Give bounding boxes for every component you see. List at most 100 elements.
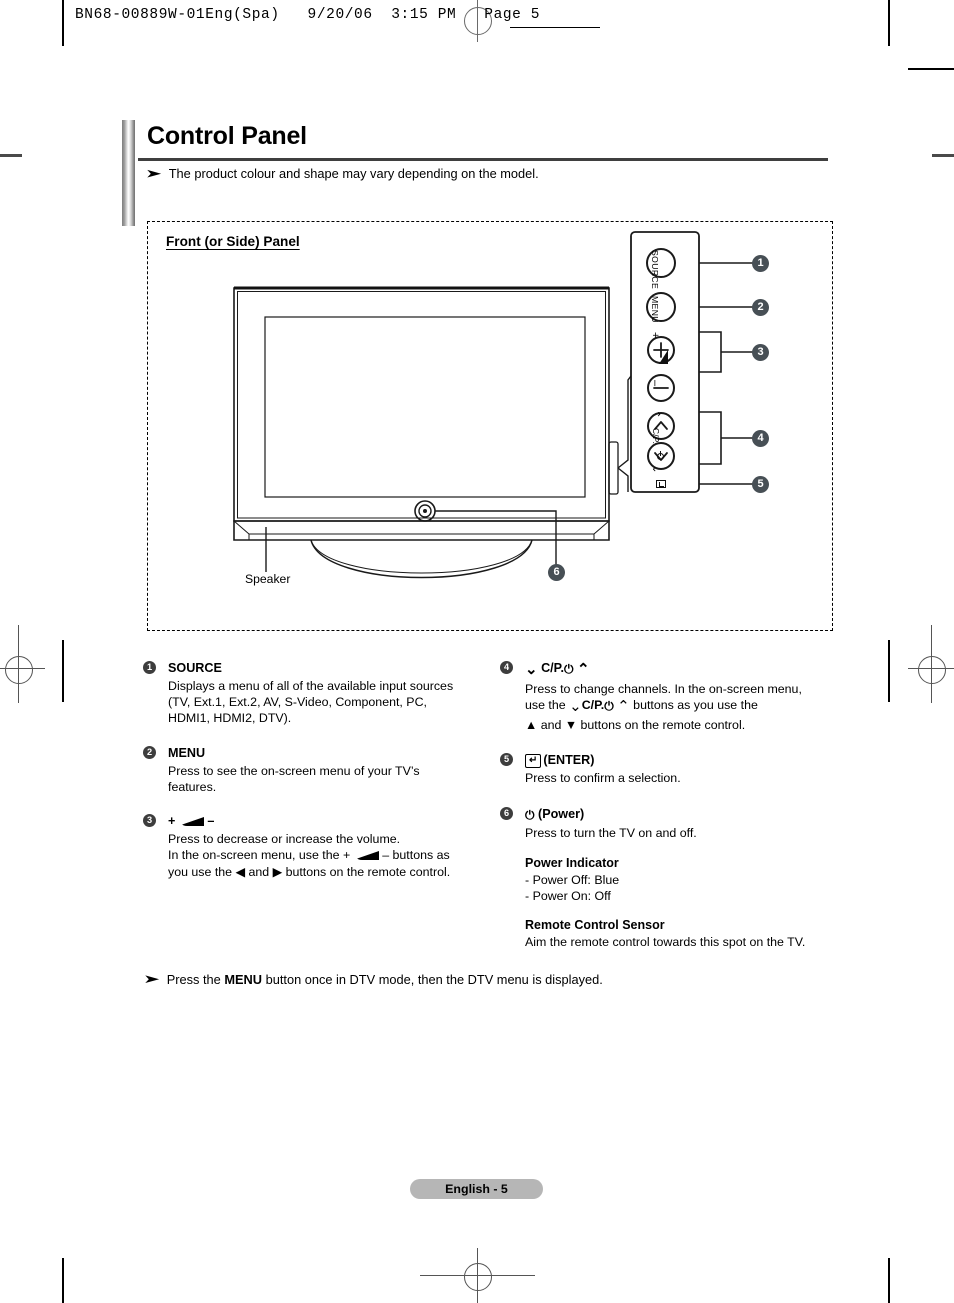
intro-note-text: The product colour and shape may vary de… bbox=[168, 166, 539, 181]
footer-note-bold: MENU bbox=[224, 972, 263, 987]
footer-note: ➤ Press the MENU button once in DTV mode… bbox=[143, 972, 603, 989]
crop-mark-top-right-horizontal bbox=[908, 68, 954, 70]
title-accent-bar bbox=[122, 120, 135, 226]
button-label-channel-up: ⌃ bbox=[650, 410, 661, 419]
enter-key-icon: ↵ bbox=[525, 754, 542, 769]
header-underline bbox=[510, 27, 600, 28]
description-item-source: 1 SOURCE Displays a menu of all of the a… bbox=[143, 660, 483, 727]
description-column-left: 1 SOURCE Displays a menu of all of the a… bbox=[143, 660, 483, 894]
trim-tick-left bbox=[0, 154, 22, 157]
callout-badge-6: 6 bbox=[548, 564, 565, 581]
volume-minus-symbol: – bbox=[207, 814, 215, 829]
power-indicator-heading: Power Indicator bbox=[525, 855, 619, 870]
description-line: ▲ and ▼ buttons on the remote control. bbox=[525, 718, 746, 733]
registration-mark-left bbox=[5, 656, 33, 684]
power-symbol-icon: ⏻ bbox=[563, 662, 574, 676]
crop-mark-top-right-vertical bbox=[888, 0, 890, 46]
crop-mark-bottom-left-vertical bbox=[62, 1258, 64, 1303]
registration-left-vline bbox=[18, 625, 19, 703]
callout-number-2: 2 bbox=[143, 745, 156, 759]
description-line: features. bbox=[168, 779, 217, 794]
callout-number-3: 3 bbox=[143, 814, 156, 828]
description-column-right: 4 ⌄ C/P.⏻ ⌃ Press to change channels. In… bbox=[500, 660, 840, 950]
callout-badge-5: 5 bbox=[752, 476, 769, 493]
title-divider bbox=[138, 158, 828, 161]
enter-label: (ENTER) bbox=[543, 753, 595, 768]
description-line-with-icon: In the on-screen menu, use the + – button… bbox=[168, 847, 483, 863]
power-indicator-block: Power Indicator - Power Off: Blue - Powe… bbox=[525, 855, 840, 904]
callout-number-6: 6 bbox=[500, 806, 513, 820]
volume-wedge-icon bbox=[353, 851, 380, 861]
description-item-enter: 5 ↵ (ENTER) Press to confirm a selection. bbox=[500, 752, 840, 786]
description-item-volume: 3 + – Press to decrease or increase the v… bbox=[143, 813, 483, 880]
tv-illustration bbox=[148, 222, 834, 632]
description-heading-volume: + – bbox=[168, 813, 483, 830]
footer-note-text: Press the MENU button once in DTV mode, … bbox=[167, 972, 603, 989]
callout-number-4: 4 bbox=[500, 661, 513, 674]
remote-sensor-heading: Remote Control Sensor bbox=[525, 918, 665, 933]
description-line: Press to confirm a selection. bbox=[525, 771, 681, 786]
trim-tick-right bbox=[932, 154, 954, 157]
description-line: Press to turn the TV on and off. bbox=[525, 825, 697, 840]
chevron-up-icon: ⌃ bbox=[617, 698, 630, 716]
chevron-up-icon: ⌃ bbox=[576, 661, 590, 678]
volume-plus-symbol: + bbox=[168, 814, 176, 829]
channel-label: C/P. bbox=[541, 661, 564, 675]
description-line: Press to see the on-screen menu of your … bbox=[168, 763, 420, 778]
callout-badge-4: 4 bbox=[752, 430, 769, 447]
description-heading-source: SOURCE bbox=[168, 661, 222, 675]
power-label: (Power) bbox=[538, 806, 585, 821]
description-line: (TV, Ext.1, Ext.2, AV, S-Video, Componen… bbox=[168, 695, 427, 710]
description-line-with-icon: use the ⌄C/P.⏻ ⌃ buttons as you use the bbox=[525, 697, 840, 717]
page-number-badge: English - 5 bbox=[410, 1179, 543, 1199]
description-line: Press to change channels. In the on-scre… bbox=[525, 681, 802, 696]
channel-label: C/P. bbox=[581, 698, 605, 713]
power-indicator-line: - Power Off: Blue bbox=[525, 872, 620, 887]
remote-sensor-block: Remote Control Sensor Aim the remote con… bbox=[525, 917, 840, 950]
registration-mark-bottom bbox=[464, 1263, 492, 1291]
intro-note: ➤ The product colour and shape may vary … bbox=[145, 166, 539, 183]
description-item-menu: 2 MENU Press to see the on-screen menu o… bbox=[143, 745, 483, 795]
description-line-part: buttons as you use the bbox=[633, 698, 758, 713]
chevron-down-icon: ⌄ bbox=[525, 661, 538, 678]
crop-mark-right-vertical bbox=[888, 640, 890, 702]
registration-bottom-vline bbox=[477, 1248, 478, 1303]
enter-arrow-icon bbox=[658, 482, 664, 487]
chevron-down-icon: ⌄ bbox=[569, 698, 582, 716]
speaker-label: Speaker bbox=[245, 572, 291, 586]
power-glyph-stem bbox=[660, 451, 662, 456]
power-indicator-line: - Power On: Off bbox=[525, 888, 611, 903]
footer-note-part: button once in DTV mode, then the DTV me… bbox=[262, 972, 603, 987]
power-symbol-icon: ⏻ bbox=[525, 807, 535, 822]
registration-left-hline bbox=[0, 668, 45, 669]
description-line-part: – buttons as bbox=[382, 848, 450, 863]
description-heading-channel: ⌄ C/P.⏻ ⌃ bbox=[525, 660, 840, 680]
crop-mark-bottom-right-vertical bbox=[888, 1258, 890, 1303]
footer-note-part: Press the bbox=[166, 972, 225, 987]
crop-mark-left-vertical bbox=[62, 640, 64, 702]
volume-wedge-icon bbox=[178, 817, 205, 827]
power-symbol-icon: ⏻ bbox=[604, 699, 614, 714]
callout-number-5: 5 bbox=[500, 753, 513, 767]
description-line-part: In the on-screen menu, use the + bbox=[168, 848, 351, 863]
description-heading-power: ⏻ (Power) bbox=[525, 806, 840, 824]
arrow-bullet-icon: ➤ bbox=[145, 166, 163, 180]
button-label-volume-minus: – bbox=[649, 380, 661, 387]
description-line: you use the ◀ and ▶ buttons on the remot… bbox=[168, 864, 451, 879]
arrow-bullet-icon: ➤ bbox=[143, 972, 161, 986]
button-label-channel: C/P. bbox=[651, 428, 661, 445]
button-label-volume-plus: + bbox=[649, 332, 661, 339]
callout-badge-2: 2 bbox=[752, 299, 769, 316]
print-header: BN68-00889W-01Eng(Spa) 9/20/06 3:15 PM P… bbox=[62, 5, 882, 31]
description-item-power: 6 ⏻ (Power) Press to turn the TV on and … bbox=[500, 806, 840, 841]
front-panel-diagram-box: Front (or Side) Panel SOURCE MENU + – ⌃ … bbox=[147, 221, 833, 631]
description-item-channel: 4 ⌄ C/P.⏻ ⌃ Press to change channels. In… bbox=[500, 660, 840, 733]
print-header-text: BN68-00889W-01Eng(Spa) 9/20/06 3:15 PM P… bbox=[75, 7, 541, 23]
description-line: HDMI1, HDMI2, DTV). bbox=[168, 711, 292, 726]
callout-badge-1: 1 bbox=[752, 255, 769, 272]
registration-right-vline bbox=[931, 625, 932, 703]
callout-badge-3: 3 bbox=[752, 344, 769, 361]
description-line: Displays a menu of all of the available … bbox=[168, 678, 454, 693]
description-heading-menu: MENU bbox=[168, 745, 206, 760]
button-label-menu: MENU bbox=[650, 296, 660, 323]
